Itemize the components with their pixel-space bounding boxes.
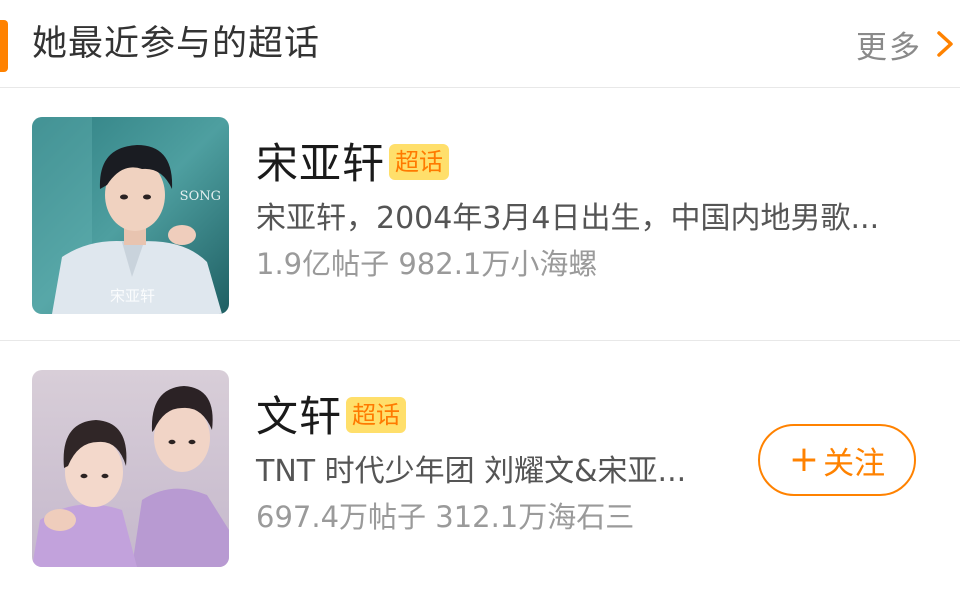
topic-description: TNT 时代少年团 刘耀文&宋亚... — [256, 454, 687, 489]
topic-row-wenxuan[interactable]: 文轩 超话 TNT 时代少年团 刘耀文&宋亚... 697.4万帖子 312.1… — [0, 342, 960, 594]
topic-info: 文轩 超话 TNT 时代少年团 刘耀文&宋亚... 697.4万帖子 312.1… — [256, 390, 726, 540]
section-header: 她最近参与的超话 更多 — [0, 0, 960, 88]
topic-info: 宋亚轩 超话 宋亚轩，2004年3月4日出生，中国内地男歌... 1.9亿帖子 … — [256, 137, 936, 287]
plus-icon[interactable]: + — [789, 442, 819, 478]
topic-stats: 697.4万帖子 312.1万海石三 — [256, 500, 635, 534]
supertopic-badge: 超话 — [389, 144, 450, 180]
accent-bar — [0, 20, 8, 72]
thumbnail-caption-top: SONG — [179, 189, 221, 204]
topic-name[interactable]: 文轩 — [256, 390, 342, 444]
follow-button[interactable]: + 关注 — [758, 424, 916, 496]
topic-description: 宋亚轩，2004年3月4日出生，中国内地男歌... — [256, 201, 880, 236]
section-title: 她最近参与的超话 — [32, 24, 321, 64]
title-line: 宋亚轩 超话 — [256, 137, 936, 191]
topic-thumbnail[interactable]: SONG 宋亚轩 — [32, 117, 229, 314]
more-label[interactable]: 更多 — [856, 22, 922, 67]
topic-stats: 1.9亿帖子 982.1万小海螺 — [256, 247, 598, 281]
thumbnail-caption-bottom: 宋亚轩 — [110, 287, 156, 305]
topic-thumbnail[interactable] — [32, 370, 229, 567]
more-link[interactable]: 更多 — [856, 18, 956, 70]
chevron-right-icon[interactable] — [934, 29, 956, 59]
topic-row-songyaxuan[interactable]: SONG 宋亚轩 宋亚轩 超话 宋亚轩，2004年3月4日出生，中国内地男歌..… — [0, 89, 960, 341]
follow-label[interactable]: 关注 — [823, 438, 885, 483]
topic-name[interactable]: 宋亚轩 — [256, 137, 385, 191]
supertopic-badge: 超话 — [346, 397, 407, 433]
portrait-image — [32, 370, 229, 567]
title-line: 文轩 超话 — [256, 390, 726, 444]
